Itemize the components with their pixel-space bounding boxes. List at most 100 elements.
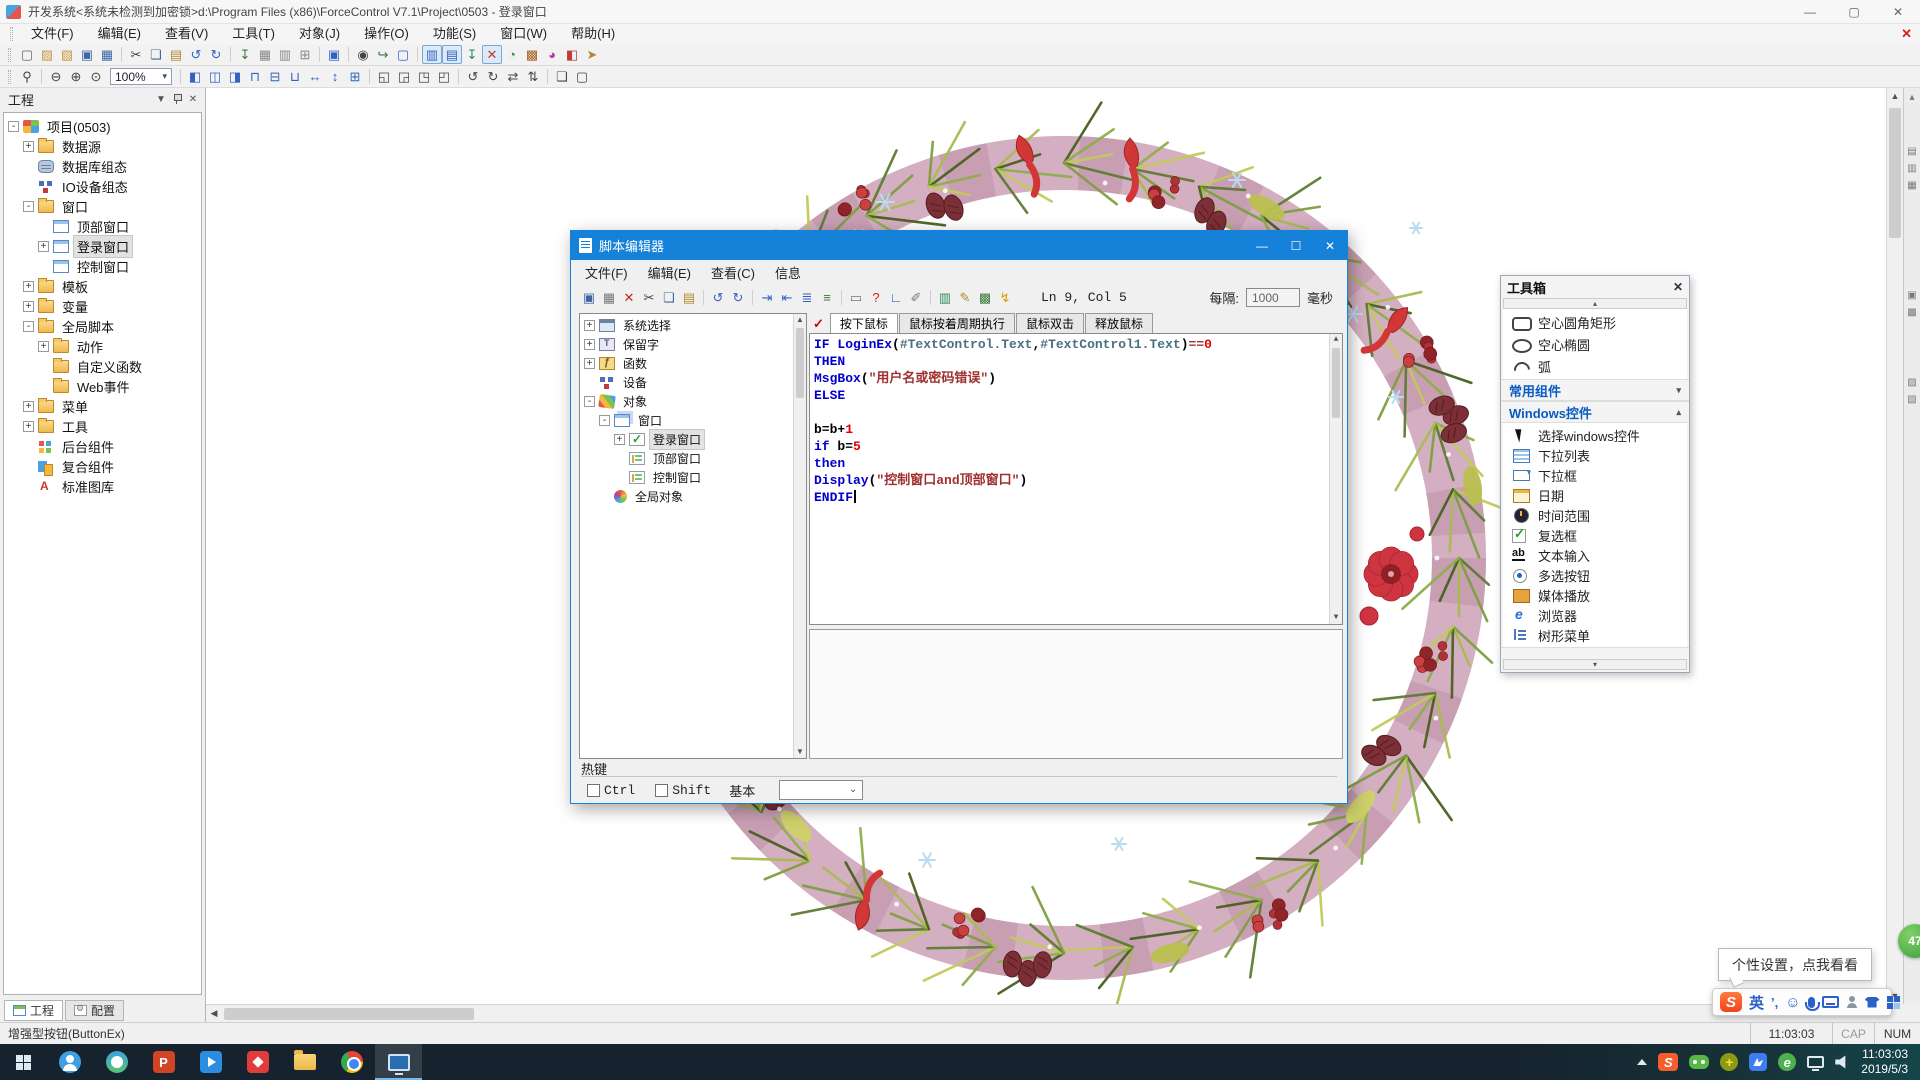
taskbar-app-contacts[interactable] [46,1044,93,1080]
menu-item-5[interactable]: 操作(O) [352,24,421,44]
expand-icon[interactable]: + [614,434,625,445]
scroll-thumb[interactable] [796,328,804,398]
code-line[interactable]: MsgBox("用户名或密码错误") [814,370,1326,387]
script-tree-item-9[interactable]: 全局对象 [580,487,806,506]
toolbox-control-1[interactable]: 下拉列表 [1503,445,1687,465]
minimize-button[interactable]: — [1788,0,1832,23]
grid-button[interactable]: ⊞ [295,45,315,64]
dock-tool-6[interactable]: ▨ [1907,377,1916,389]
menu-item-3[interactable]: 工具(T) [220,24,287,44]
ime-language-toggle[interactable]: 英 [1749,992,1764,1013]
dialog-close-button[interactable]: ✕ [1313,231,1347,260]
scroll-left-icon[interactable]: ◀ [206,1008,222,1019]
script-tree-item-7[interactable]: 顶部窗口 [580,449,806,468]
scroll-up-icon[interactable]: ▲ [1887,88,1903,104]
script-help-button[interactable]: ? [866,288,886,307]
toolbox-control-6[interactable]: 文本输入 [1503,545,1687,565]
ctrl-checkbox[interactable] [587,784,600,797]
toolbox-control-10[interactable]: 树形菜单 [1503,625,1687,645]
same-width-button[interactable]: ↔ [305,67,325,86]
align-right-button[interactable]: ◨ [225,67,245,86]
collapse-icon[interactable]: - [23,201,34,212]
dialog-minimize-button[interactable]: — [1245,231,1279,260]
variable-table-button[interactable]: ▦ [255,45,275,64]
toolbox-scroll-down[interactable]: ▾ [1503,659,1687,670]
expand-icon[interactable]: + [23,301,34,312]
taskbar-app-browser[interactable] [93,1044,140,1080]
zoom-level-combo[interactable]: 100%▾ [110,68,172,85]
flip-horizontal-button[interactable]: ⇄ [503,67,523,86]
open-folder-button[interactable]: ▧ [57,45,77,64]
group-button[interactable]: ❏ [552,67,572,86]
find-button[interactable]: ◉ [353,45,373,64]
project-tree-item-7[interactable]: 控制窗口 [4,256,201,276]
toolbox-control-3[interactable]: 日期 [1503,485,1687,505]
toolbox-section-windows[interactable]: Windows控件 ▴ [1501,401,1689,423]
align-bottom-button[interactable]: ⊔ [285,67,305,86]
ime-menu-grid-icon[interactable] [1887,996,1900,1009]
tray-speedup-icon[interactable]: + [1720,1053,1738,1071]
panel-pin-icon[interactable] [169,91,185,107]
script-undo-button[interactable]: ↺ [708,288,728,307]
export-button[interactable]: ↧ [462,45,482,64]
skin-shirt-icon[interactable] [1865,997,1880,1008]
run-system-button[interactable]: ▣ [324,45,344,64]
cut-button[interactable]: ✂ [126,45,146,64]
script-tree-item-0[interactable]: +系统选择 [580,316,806,335]
canvas-vertical-scrollbar[interactable]: ▲ ▼ [1886,88,1903,1004]
microphone-icon[interactable] [1808,997,1815,1008]
align-middle-button[interactable]: ⊟ [265,67,285,86]
code-scrollbar[interactable]: ▲ ▼ [1329,334,1342,624]
tray-network-icon[interactable] [1807,1056,1824,1068]
scroll-up-icon[interactable]: ▲ [794,314,806,326]
project-tree-item-14[interactable]: +菜单 [4,396,201,416]
taskbar-app-video[interactable] [187,1044,234,1080]
move-forward-button[interactable]: ◳ [414,67,434,86]
run-script-button[interactable]: ↯ [995,288,1015,307]
script-tree-item-8[interactable]: 控制窗口 [580,468,806,487]
package-button[interactable]: ▩ [522,45,542,64]
project-tree-item-17[interactable]: 复合组件 [4,456,201,476]
event-tab-1[interactable]: 鼠标按着周期执行 [899,313,1015,333]
toolbox-shape-1[interactable]: 空心椭圆 [1503,333,1687,355]
open-project-button[interactable]: ▨ [37,45,57,64]
align-left-button[interactable]: ◧ [185,67,205,86]
tray-volume-icon[interactable] [1835,1055,1849,1069]
menu-item-6[interactable]: 功能(S) [421,24,488,44]
expand-icon[interactable]: + [23,421,34,432]
menu-item-7[interactable]: 窗口(W) [488,24,559,44]
code-line[interactable]: THEN [814,353,1326,370]
collapse-icon[interactable]: - [599,415,610,426]
scroll-thumb[interactable] [1332,348,1340,418]
toolbox-control-7[interactable]: 多选按钮 [1503,565,1687,585]
script-cut-button[interactable]: ✂ [639,288,659,307]
tray-browser-icon[interactable]: e [1778,1053,1796,1071]
project-tree-item-3[interactable]: IO设备组态 [4,176,201,196]
emoji-icon[interactable]: ☺ [1785,995,1800,1010]
document-close-icon[interactable]: ✕ [1901,24,1912,44]
insert-field-button[interactable]: ▭ [846,288,866,307]
dialog-titlebar[interactable]: 脚本编辑器 — ☐ ✕ [571,231,1347,260]
toolbox-control-0[interactable]: 选择windows控件 [1503,425,1687,445]
code-line[interactable]: Display("控制窗口and顶部窗口") [814,472,1326,489]
syntax-pick-button[interactable]: ✐ [906,288,926,307]
tray-feishu-icon[interactable] [1749,1053,1767,1071]
toolbox-scroll-up[interactable]: ▴ [1503,298,1687,309]
dock-tool-7[interactable]: ▧ [1907,394,1916,406]
script-paste-button[interactable]: ▤ [679,288,699,307]
expand-icon[interactable]: + [38,241,49,252]
sogou-logo-icon[interactable]: S [1720,992,1742,1012]
redo-button[interactable]: ↻ [206,45,226,64]
toolbox-close-icon[interactable]: ✕ [1673,280,1683,294]
script-tree-item-1[interactable]: +保留字 [580,335,806,354]
code-line[interactable]: then [814,455,1326,472]
collapse-icon[interactable]: - [584,396,595,407]
dialog-maximize-button[interactable]: ☐ [1279,231,1313,260]
panel-tab-project[interactable]: 工程 [4,1000,63,1021]
tree-scrollbar[interactable]: ▲ ▼ [793,314,806,758]
taskbar-app-media[interactable] [234,1044,281,1080]
expand-icon[interactable]: + [38,341,49,352]
expand-icon[interactable]: + [584,320,595,331]
project-tree-item-13[interactable]: Web事件 [4,376,201,396]
panel-tab-config[interactable]: 配置 [65,1000,124,1021]
